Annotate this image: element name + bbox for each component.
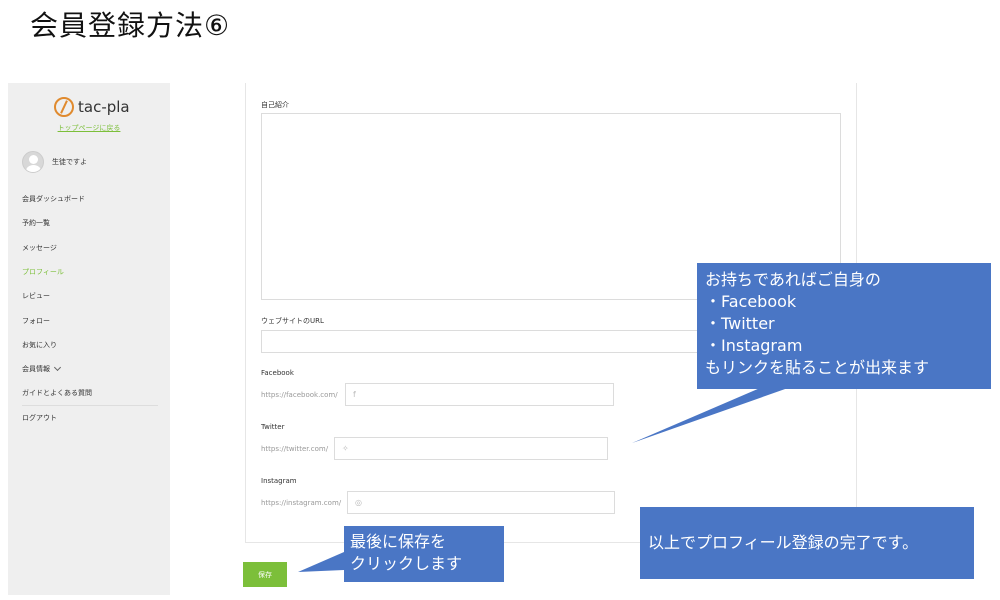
callout-social-links: お持ちであればご自身の ・Facebook ・Twitter ・Instagra… (697, 263, 991, 389)
sidebar-item-dashboard[interactable]: 会員ダッシュボード (22, 187, 158, 211)
sidebar-item-reviews[interactable]: レビュー (22, 284, 158, 308)
back-to-top-link[interactable]: トップページに戻る (8, 123, 170, 133)
sidebar-nav: 会員ダッシュボード 予約一覧 メッセージ プロフィール レビュー フォロー お気… (22, 187, 158, 430)
logo[interactable]: tac-pla (54, 97, 130, 117)
callout-line: お持ちであればご自身の (705, 270, 881, 289)
twitter-icon: ✧ (342, 444, 349, 453)
slide: 会員登録方法⑥ tac-pla トップページに戻る 生徒ですよ 会員ダッシュボー… (0, 0, 1000, 600)
callout-line: クリックします (350, 554, 463, 573)
sidebar-item-label: 会員情報 (22, 365, 50, 374)
user-name: 生徒ですよ (52, 158, 87, 166)
sidebar-item-messages[interactable]: メッセージ (22, 236, 158, 260)
callout-save-tail (298, 552, 344, 572)
twitter-input[interactable]: ✧ (334, 437, 608, 460)
sidebar-item-member-info[interactable]: 会員情報 (22, 357, 158, 381)
instagram-label: Instagram (261, 477, 297, 485)
save-button[interactable]: 保存 (243, 562, 287, 587)
instagram-input[interactable]: ◎ (347, 491, 615, 514)
sidebar-item-reservations[interactable]: 予約一覧 (22, 211, 158, 235)
sidebar-item-follow[interactable]: フォロー (22, 308, 158, 332)
instagram-icon: ◎ (355, 498, 362, 507)
callout-save: 最後に保存を クリックします (344, 526, 504, 582)
sidebar-item-favorites[interactable]: お気に入り (22, 333, 158, 357)
callout-line: もリンクを貼ることが出来ます (705, 358, 930, 377)
facebook-input[interactable]: f (345, 383, 614, 406)
sidebar-item-logout[interactable]: ログアウト (22, 406, 158, 430)
facebook-url-prefix: https://facebook.com/ (261, 391, 338, 399)
chevron-down-icon (53, 364, 62, 372)
user-profile: 生徒ですよ (22, 151, 87, 173)
callout-line: ・Facebook (705, 292, 797, 311)
twitter-url-prefix: https://twitter.com/ (261, 445, 329, 453)
callout-line: ・Twitter (705, 314, 775, 333)
website-label: ウェブサイトのURL (261, 317, 324, 325)
avatar (22, 151, 44, 173)
callout-complete: 以上でプロフィール登録の完了です。 (640, 507, 974, 579)
sidebar-item-guide-faq[interactable]: ガイドとよくある質問 (22, 381, 158, 406)
slide-title: 会員登録方法⑥ (30, 9, 231, 42)
instagram-url-prefix: https://instagram.com/ (261, 499, 342, 507)
facebook-label: Facebook (261, 369, 294, 377)
twitter-label: Twitter (261, 423, 285, 431)
sidebar: tac-pla トップページに戻る 生徒ですよ 会員ダッシュボード 予約一覧 メ… (8, 83, 170, 595)
logo-icon (54, 97, 74, 117)
bio-label: 自己紹介 (261, 101, 289, 109)
sidebar-item-profile[interactable]: プロフィール (22, 260, 158, 284)
facebook-icon: f (353, 390, 356, 399)
callout-line: ・Instagram (705, 336, 803, 355)
logo-text: tac-pla (78, 98, 130, 116)
callout-line: 最後に保存を (350, 532, 447, 551)
